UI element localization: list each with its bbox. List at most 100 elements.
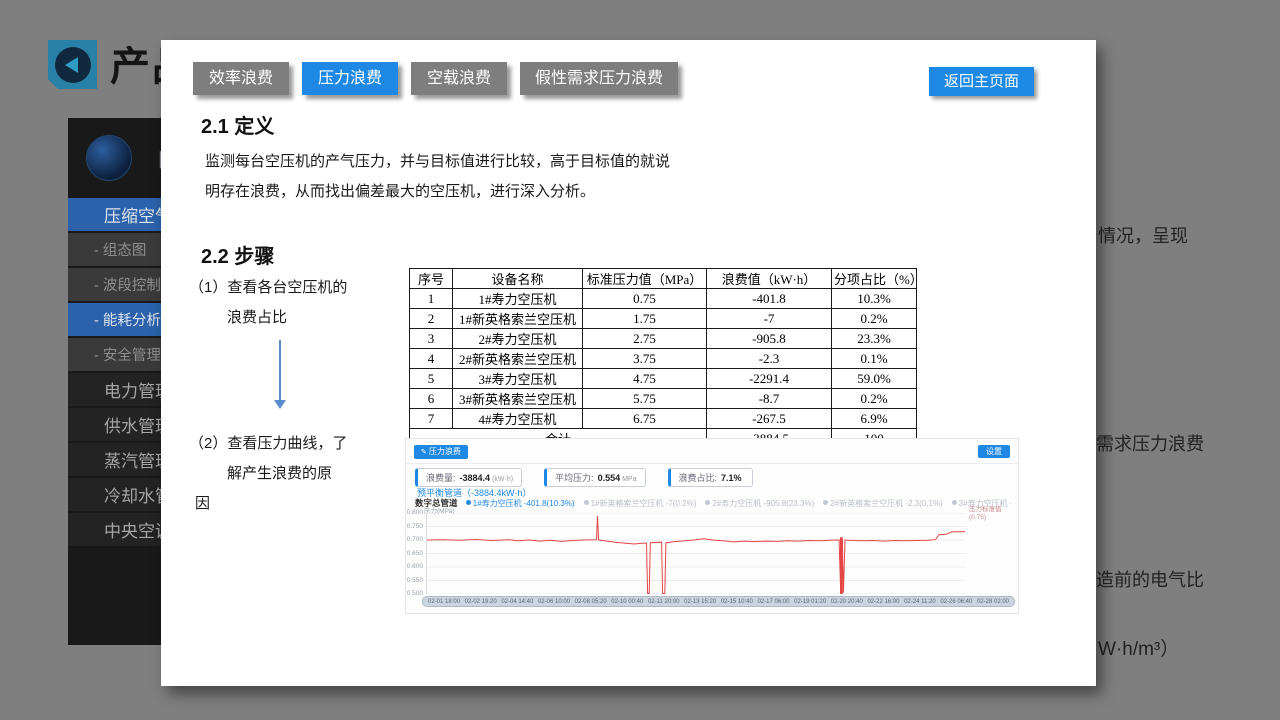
table-cell: 59.0% [832,369,917,389]
waste-tabs: 效率浪费 压力浪费 空载浪费 假性需求压力浪费 [193,62,691,95]
legend-dot-icon [584,500,589,505]
x-tick-label: 02-22 16:00 [867,599,899,605]
y-tick-labels: 0.8000.7500.7000.6500.6000.5500.500 [406,513,424,594]
stat-value: 0.554 [598,473,621,483]
steps-heading: 2.2 步骤 [201,240,274,269]
bg-fragment: W·h/m³） [1098,634,1179,661]
table-cell: 0.1% [832,349,917,369]
x-tick-label: 02-08 05:20 [575,599,607,605]
definition-text-line2: 明存在浪费，从而找出偏差最大的空压机，进行深入分析。 [205,180,595,201]
standard-value-annotation: 压力标准值 (0.75) [969,506,1002,522]
table-cell: 2#新英格索兰空压机 [453,349,583,369]
pressure-line [427,516,965,593]
x-axis-scrollbar[interactable]: 02-01 18:0002-02 19:2002-04 14:4002-06 1… [422,596,1015,607]
stat-waste-share: 浪费占比: 7.1% [668,468,753,487]
x-tick-label: 02-15 10:40 [721,599,753,605]
company-logo-icon [86,135,132,181]
chart-legend: 数字总管道 1#寿力空压机 -401.8(10.3%)1#新英格索兰空压机 -7… [415,497,1011,509]
stat-value: -3884.4 [460,473,491,483]
down-arrow-icon [279,340,281,402]
pressure-plot [426,513,965,594]
x-tick-label: 02-11 20:00 [648,599,680,605]
step2-text-line3: 因 [195,492,210,513]
pressure-spike [840,537,843,594]
step1-text-line1: （1）查看各台空压机的 [189,276,347,297]
tab-false-demand-pressure-waste[interactable]: 假性需求压力浪费 [520,62,678,95]
table-cell: 6.75 [583,409,707,429]
table-cell: 0.2% [832,309,917,329]
legend-item[interactable]: 1#寿力空压机 -401.8(10.3%) [466,499,575,508]
legend-dot-icon [952,500,957,505]
waste-table: 序号 设备名称 标准压力值（MPa） 浪费值（kW·h） 分项占比（%） 11#… [409,268,917,449]
y-tick-label: 0.600 [407,564,423,570]
legend-dot-icon [466,500,471,505]
legend-item[interactable]: 2#新英格索兰空压机 -2.3(0.1%) [823,499,942,508]
x-tick-label: 02-06 10:00 [538,599,570,605]
table-cell: -401.8 [707,289,832,309]
stat-label: 平均压力: [555,471,594,484]
waste-table-body: 11#寿力空压机0.75-401.810.3%21#新英格索兰空压机1.75-7… [410,289,917,429]
x-tick-label: 02-02 19:20 [465,599,497,605]
table-cell: 1.75 [583,309,707,329]
tab-idle-waste[interactable]: 空载浪费 [411,62,507,95]
table-cell: -2.3 [707,349,832,369]
back-arrow-circle [55,47,91,83]
x-tick-label: 02-28 02:00 [977,599,1009,605]
tab-efficiency-waste[interactable]: 效率浪费 [193,62,289,95]
x-tick-label: 02-13 15:20 [684,599,716,605]
table-cell: 5 [410,369,453,389]
col-header-waste-value: 浪费值（kW·h） [707,269,832,289]
back-arrow-icon[interactable] [48,40,97,89]
bg-fragment: 需求压力浪费 [1096,430,1204,456]
slide-page: 情况，呈现 需求压力浪费 造前的电气比 W·h/m³） 产品 匠 压缩空气 - … [0,0,1280,720]
table-cell: 3.75 [583,349,707,369]
settings-button[interactable]: 设置 [978,445,1010,458]
table-cell: -8.7 [707,389,832,409]
y-tick-label: 0.750 [407,524,423,530]
bg-fragment: 造前的电气比 [1096,566,1204,592]
table-cell: 3#新英格索兰空压机 [453,389,583,409]
table-row: 11#寿力空压机0.75-401.810.3% [410,289,917,309]
table-header-row: 序号 设备名称 标准压力值（MPa） 浪费值（kW·h） 分项占比（%） [410,269,917,289]
stat-value: 7.1% [721,473,742,483]
step1-text-line2: 浪费占比 [227,306,287,327]
table-cell: 2#寿力空压机 [453,329,583,349]
table-cell: 3#寿力空压机 [453,369,583,389]
definition-heading: 2.1 定义 [201,110,274,139]
stat-unit: MPa [622,476,636,483]
table-cell: 2.75 [583,329,707,349]
stat-unit: (kW·h) [492,476,513,483]
col-header-standard-pressure: 标准压力值（MPa） [583,269,707,289]
table-cell: 1#新英格索兰空压机 [453,309,583,329]
table-cell: 6 [410,389,453,409]
x-tick-label: 02-20 20:40 [831,599,863,605]
table-row: 63#新英格索兰空压机5.75-8.70.2% [410,389,917,409]
table-row: 53#寿力空压机4.75-2291.459.0% [410,369,917,389]
table-cell: -267.5 [707,409,832,429]
return-home-button[interactable]: 返回主页面 [929,67,1034,96]
x-tick-label: 02-10 00:40 [611,599,643,605]
table-row: 32#寿力空压机2.75-905.823.3% [410,329,917,349]
annotation-line2: (0.75) [969,514,1002,522]
stats-row: 浪费量: -3884.4 (kW·h) 平均压力: 0.554 MPa 浪费占比… [415,468,753,487]
legend-item[interactable]: 2#寿力空压机 -905.8(23.3%) [705,499,814,508]
left-triangle-icon [65,57,78,73]
table-row: 21#新英格索兰空压机1.75-70.2% [410,309,917,329]
y-tick-label: 0.700 [407,537,423,543]
pressure-waste-screenshot: ✎压力浪费 设置 浪费量: -3884.4 (kW·h) 平均压力: 0.554… [405,438,1019,614]
stat-label: 浪费占比: [679,471,718,484]
table-cell: -2291.4 [707,369,832,389]
tab-pressure-waste[interactable]: 压力浪费 [302,62,398,95]
table-row: 42#新英格索兰空压机3.75-2.30.1% [410,349,917,369]
annotation-line1: 压力标准值 [969,506,1002,514]
col-header-device: 设备名称 [453,269,583,289]
pin-icon: ✎ [421,449,427,456]
down-arrow-head-icon [274,400,286,409]
legend-item[interactable]: 1#新英格索兰空压机 -7(0.2%) [584,499,697,508]
table-cell: 2 [410,309,453,329]
content-panel: 效率浪费 压力浪费 空载浪费 假性需求压力浪费 返回主页面 2.1 定义 监测每… [161,40,1096,686]
table-cell: 0.75 [583,289,707,309]
x-tick-label: 02-26 06:40 [940,599,972,605]
y-tick-label: 0.550 [407,578,423,584]
step2-text-line1: （2）查看压力曲线，了 [189,432,347,453]
